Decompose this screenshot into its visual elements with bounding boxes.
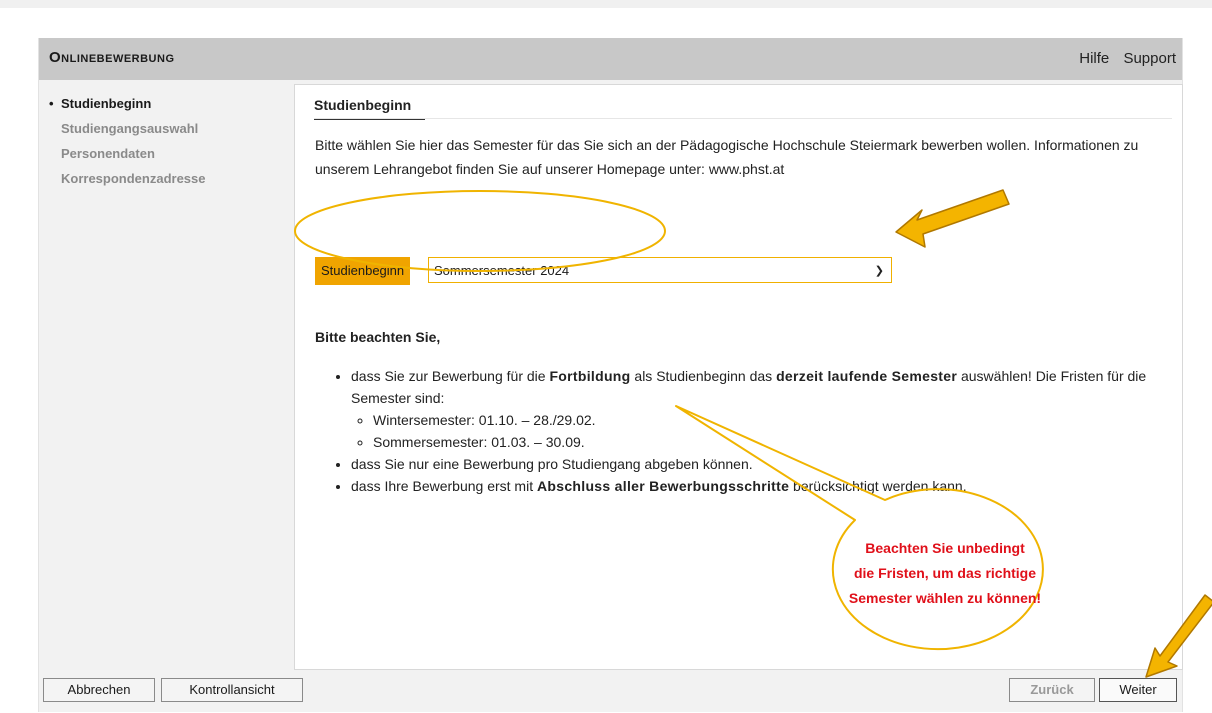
list-item: dass Sie nur eine Bewerbung pro Studieng… <box>351 453 1181 475</box>
note-text: dass Ihre Bewerbung erst mit <box>351 478 537 494</box>
note-text: berücksichtigt werden kann. <box>789 478 967 494</box>
app-title: Onlinebewerbung <box>49 49 175 66</box>
header-links: Hilfe Support <box>1069 50 1176 67</box>
notes-list: dass Sie zur Bewerbung für die Fortbildu… <box>333 365 1181 497</box>
help-link[interactable]: Hilfe <box>1079 50 1109 67</box>
support-link[interactable]: Support <box>1123 50 1176 67</box>
list-item: Wintersemester: 01.10. – 28./29.02. <box>373 409 1181 431</box>
sidebar-nav: Studienbeginn Studiengangsauswahl Person… <box>47 96 287 196</box>
cancel-button[interactable]: Abbrechen <box>43 678 155 702</box>
studienbeginn-label: Studienbeginn <box>315 257 411 285</box>
select-value: Sommersemester 2024 <box>434 263 570 278</box>
studienbeginn-select[interactable]: Sommersemester 2024 ❯ <box>428 257 892 283</box>
homepage-link[interactable]: www.phst.at <box>709 161 784 177</box>
main-panel: Studienbeginn Bitte wählen Sie hier das … <box>294 84 1183 670</box>
next-button[interactable]: Weiter <box>1099 678 1177 702</box>
note-bold: Fortbildung <box>549 368 631 384</box>
tab-divider <box>314 118 1172 119</box>
sidebar-item-korrespondenzadresse[interactable]: Korrespondenzadresse <box>47 171 287 196</box>
list-item: dass Ihre Bewerbung erst mit Abschluss a… <box>351 475 1181 497</box>
back-button[interactable]: Zurück <box>1009 678 1095 702</box>
callout-text: Beachten Sie unbedingt die Fristen, um d… <box>846 536 1044 611</box>
tab-studienbeginn: Studienbeginn <box>314 97 426 120</box>
deadline-list: Wintersemester: 01.10. – 28./29.02. Somm… <box>351 409 1181 453</box>
sidebar-item-studiengangsauswahl[interactable]: Studiengangsauswahl <box>47 121 287 146</box>
control-view-button[interactable]: Kontrollansicht <box>161 678 303 702</box>
note-bold: Abschluss aller Bewerbungsschritte <box>536 478 790 494</box>
sidebar-item-studienbeginn[interactable]: Studienbeginn <box>47 96 287 121</box>
note-text: dass Sie zur Bewerbung für die <box>351 368 550 384</box>
note-text: als Studienbeginn das <box>630 368 777 384</box>
callout-line: Semester wählen zu können! <box>848 590 1042 606</box>
intro-text: Bitte wählen Sie hier das Semester für d… <box>315 133 1165 181</box>
sidebar-item-personendaten[interactable]: Personendaten <box>47 146 287 171</box>
chevron-down-icon: ❯ <box>874 265 884 277</box>
top-divider <box>0 0 1212 8</box>
note-bold: derzeit laufende Semester <box>776 368 958 384</box>
note-title: Bitte beachten Sie, <box>315 329 441 345</box>
header-bar: Onlinebewerbung Hilfe Support <box>39 38 1182 80</box>
callout-line: die Fristen, um das richtige <box>853 565 1037 581</box>
list-item: dass Sie zur Bewerbung für die Fortbildu… <box>351 365 1181 453</box>
list-item: Sommersemester: 01.03. – 30.09. <box>373 431 1181 453</box>
callout-line: Beachten Sie unbedingt <box>865 540 1025 556</box>
